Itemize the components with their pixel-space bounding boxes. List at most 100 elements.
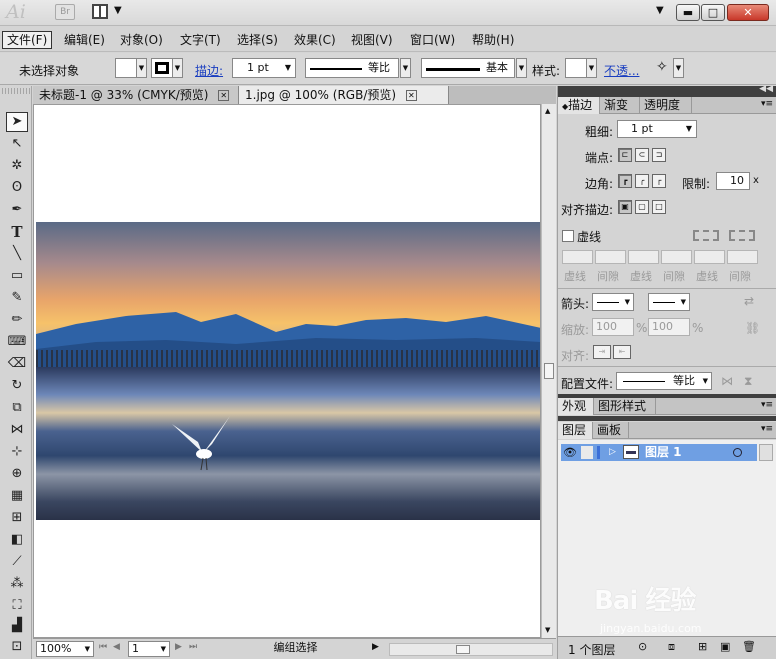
line-segment-tool-icon[interactable]: ╲: [6, 244, 28, 264]
style-dropdown[interactable]: ▼: [586, 58, 597, 78]
stroke-link[interactable]: 描边:: [195, 62, 223, 79]
align-inside-icon[interactable]: ▢: [635, 200, 649, 214]
type-tool-icon[interactable]: T: [6, 222, 28, 242]
end-arrowhead-select[interactable]: ▼: [648, 293, 690, 311]
tab-appearance[interactable]: 外观: [558, 398, 594, 415]
gap-2-field[interactable]: [661, 250, 692, 264]
fill-swatch[interactable]: [115, 58, 137, 78]
pen-tool-icon[interactable]: ✒: [6, 200, 28, 220]
menu-select[interactable]: 选择(S): [233, 31, 282, 49]
stroke-weight-field[interactable]: 1 pt ▼: [232, 58, 296, 78]
layer-row-1[interactable]: 👁 ▷ 图层 1: [561, 444, 757, 461]
document-tab-jpg[interactable]: 1.jpg @ 100% (RGB/预览) ✕: [239, 86, 449, 104]
tab-layers[interactable]: 图层: [558, 422, 593, 439]
scrollbar-thumb[interactable]: [544, 363, 554, 379]
target-circle-icon[interactable]: [733, 448, 742, 457]
next-artboard-icon[interactable]: ▶: [175, 642, 182, 652]
panel-menu-icon[interactable]: ▾≡: [761, 99, 773, 109]
artboard-canvas[interactable]: [33, 104, 541, 638]
miter-join-icon[interactable]: ┏: [618, 174, 632, 188]
end-scale-field[interactable]: 100: [648, 318, 690, 336]
status-menu-icon[interactable]: ▶: [372, 642, 379, 652]
artboard-number-field[interactable]: 1 ▼: [128, 641, 170, 657]
profile-select[interactable]: 等比 ▼: [616, 372, 712, 390]
weight-field[interactable]: 1 pt ▼: [617, 120, 697, 138]
width-tool-icon[interactable]: ⋈: [6, 420, 28, 440]
expand-triangle-icon[interactable]: ▷: [609, 444, 616, 461]
flip-horizontal-icon[interactable]: ⋈: [721, 374, 733, 388]
swap-arrowheads-icon[interactable]: ⇄: [744, 294, 754, 308]
rotate-tool-icon[interactable]: ↻: [6, 376, 28, 396]
scroll-up-icon[interactable]: ▲: [545, 107, 550, 115]
rectangle-tool-icon[interactable]: ▭: [6, 266, 28, 286]
round-join-icon[interactable]: ╭: [635, 174, 649, 188]
vertical-scrollbar[interactable]: ▲ ▼: [541, 104, 556, 638]
start-scale-field[interactable]: 100: [592, 318, 634, 336]
menu-help[interactable]: 帮助(H): [468, 31, 518, 49]
zoom-field[interactable]: 100% ▼: [36, 641, 94, 657]
graphic-style-swatch[interactable]: [565, 58, 587, 78]
dash-3-field[interactable]: [694, 250, 725, 264]
start-arrowhead-select[interactable]: ▼: [592, 293, 634, 311]
tab-stroke[interactable]: ◆描边: [558, 97, 600, 114]
eraser-tool-icon[interactable]: ⌫: [6, 354, 28, 374]
blob-brush-tool-icon[interactable]: ⌨: [6, 332, 28, 352]
close-tab-icon[interactable]: ✕: [405, 90, 417, 101]
control-options-dropdown[interactable]: ▼: [673, 58, 684, 78]
link-scale-icon[interactable]: ⛓: [745, 321, 760, 335]
menu-edit[interactable]: 编辑(E): [60, 31, 109, 49]
first-artboard-icon[interactable]: ⏮: [99, 642, 107, 652]
artboard-tool-icon[interactable]: ⊡: [6, 637, 28, 657]
gap-3-field[interactable]: [727, 250, 758, 264]
scroll-down-icon[interactable]: ▼: [545, 626, 550, 634]
perspective-grid-tool-icon[interactable]: ▦: [6, 486, 28, 506]
current-tool-status[interactable]: 编组选择: [205, 641, 383, 657]
prev-artboard-icon[interactable]: ◀: [113, 642, 120, 652]
placed-photo-lake-sunset[interactable]: [36, 222, 540, 520]
menu-object[interactable]: 对象(O): [116, 31, 167, 49]
document-tab-untitled[interactable]: 未标题-1 @ 33% (CMYK/预览) ✕: [33, 86, 239, 104]
menu-window[interactable]: 窗口(W): [406, 31, 459, 49]
limit-field[interactable]: 10: [716, 172, 750, 190]
gradient-tool-icon[interactable]: ◧: [6, 530, 28, 550]
round-cap-icon[interactable]: ⊂: [635, 148, 649, 162]
projecting-cap-icon[interactable]: ⊐: [652, 148, 666, 162]
brush-definition[interactable]: 基本: [421, 58, 515, 78]
maximize-button[interactable]: □: [701, 4, 725, 21]
profile-dropdown[interactable]: ▼: [400, 58, 411, 78]
close-tab-icon[interactable]: ✕: [218, 90, 230, 101]
minimize-button[interactable]: ▬: [676, 4, 700, 21]
align-outside-icon[interactable]: □: [652, 200, 666, 214]
menu-file[interactable]: 文件(F): [2, 31, 53, 49]
bevel-join-icon[interactable]: ┌: [652, 174, 666, 188]
stroke-dropdown[interactable]: ▼: [172, 58, 183, 78]
new-layer-icon[interactable]: ▣: [720, 640, 730, 653]
free-transform-tool-icon[interactable]: ⊹: [6, 442, 28, 462]
align-center-icon[interactable]: ▣: [618, 200, 632, 214]
panel-grip[interactable]: [2, 88, 30, 94]
mesh-tool-icon[interactable]: ⊞: [6, 508, 28, 528]
bridge-button[interactable]: Br: [55, 4, 75, 20]
make-clipping-mask-icon[interactable]: ⧈: [668, 640, 675, 654]
shape-builder-tool-icon[interactable]: ⊕: [6, 464, 28, 484]
trash-icon[interactable]: 🗑: [742, 640, 756, 653]
dash-2-field[interactable]: [628, 250, 659, 264]
layers-scroll[interactable]: [759, 444, 773, 461]
flip-vertical-icon[interactable]: ⧗: [744, 374, 752, 389]
menu-view[interactable]: 视图(V): [347, 31, 397, 49]
menu-type[interactable]: 文字(T): [176, 31, 225, 49]
tab-gradient[interactable]: 渐变: [600, 97, 640, 114]
arrow-place-icon[interactable]: ⇤: [613, 345, 631, 359]
tab-artboards[interactable]: 画板: [593, 422, 629, 439]
menu-effect[interactable]: 效果(C): [290, 31, 340, 49]
dash-1-field[interactable]: [562, 250, 593, 264]
create-sublayer-icon[interactable]: ⊞: [698, 640, 707, 653]
direct-selection-tool-icon[interactable]: ↖: [6, 134, 28, 154]
arrow-extend-icon[interactable]: ⇥: [593, 345, 611, 359]
symbol-sprayer-tool-icon[interactable]: ⛶: [6, 596, 28, 616]
brush-dropdown[interactable]: ▼: [516, 58, 527, 78]
opacity-link[interactable]: 不透...: [604, 62, 639, 79]
visibility-eye-icon[interactable]: 👁: [563, 444, 577, 461]
close-button[interactable]: ✕: [727, 4, 769, 21]
layer-name[interactable]: 图层 1: [645, 444, 682, 461]
